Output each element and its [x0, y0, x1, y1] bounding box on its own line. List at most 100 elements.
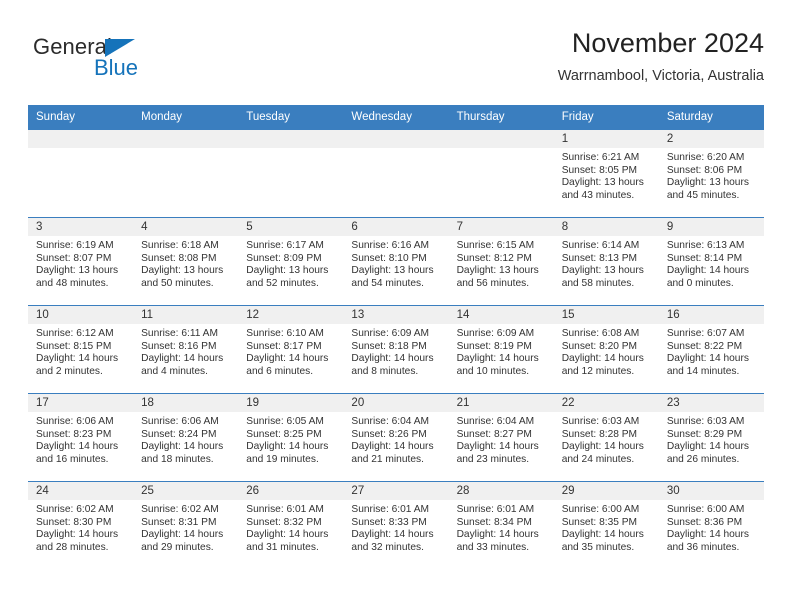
calendar-week-row: 10 Sunrise: 6:12 AM Sunset: 8:15 PM Dayligh…: [28, 305, 764, 394]
sunset-time: Sunset: 8:14 PM: [666, 252, 743, 264]
calendar-day-cell[interactable]: 4 Sunrise: 6:18 AM Sunset: 8:08 PM Daylight…: [133, 217, 239, 306]
sunrise-time: Sunrise: 6:15 AM: [456, 240, 535, 251]
day-number: 9: [658, 218, 764, 236]
sunset-time: Sunset: 8:34 PM: [456, 516, 532, 528]
calendar-day-cell[interactable]: 27 Sunrise: 6:01 AM Sunset: 8:33 PM Dayligh…: [343, 481, 449, 568]
day-sun-info: Sunrise: 6:20 AM Sunset: 8:06 PM Daylight:…: [659, 148, 764, 202]
day-number: 11: [133, 306, 239, 324]
daylight-duration-line1: Daylight: 14 hours: [141, 353, 224, 365]
calendar-day-cell[interactable]: 1 Sunrise: 6:21 AM Sunset: 8:05 PM Daylight…: [553, 129, 659, 218]
day-number: 7: [448, 218, 554, 236]
sunrise-time: Sunrise: 6:16 AM: [351, 240, 430, 251]
day-number: 17: [28, 394, 134, 412]
daylight-duration-line2: and 33 minutes.: [456, 541, 530, 553]
day-sun-info: Sunrise: 6:02 AM Sunset: 8:30 PM Daylight:…: [28, 500, 133, 554]
sunrise-time: Sunrise: 6:13 AM: [666, 240, 745, 251]
calendar-day-cell[interactable]: 16 Sunrise: 6:07 AM Sunset: 8:22 PM Dayligh…: [658, 305, 764, 394]
sunrise-time: Sunrise: 6:20 AM: [666, 152, 745, 163]
sunset-time: Sunset: 8:28 PM: [561, 428, 638, 440]
daylight-duration-line2: and 36 minutes.: [666, 541, 740, 553]
page-title: November 2024: [571, 28, 764, 58]
calendar-day-cell[interactable]: 21 Sunrise: 6:04 AM Sunset: 8:27 PM Dayligh…: [448, 393, 554, 482]
daylight-duration-line2: and 10 minutes.: [456, 365, 530, 377]
daylight-duration-line1: Daylight: 14 hours: [561, 441, 644, 453]
calendar-day-cell[interactable]: 18 Sunrise: 6:06 AM Sunset: 8:24 PM Dayligh…: [133, 393, 239, 482]
sunset-time: Sunset: 8:09 PM: [246, 252, 322, 264]
calendar-day-cell[interactable]: 5 Sunrise: 6:17 AM Sunset: 8:09 PM Daylight…: [238, 217, 344, 306]
calendar-day-cell[interactable]: 19 Sunrise: 6:05 AM Sunset: 8:25 PM Dayligh…: [238, 393, 344, 482]
daylight-duration-line1: Daylight: 14 hours: [351, 441, 434, 453]
calendar-body: 1 Sunrise: 6:21 AM Sunset: 8:05 PM Daylight…: [28, 129, 764, 568]
daylight-duration-line1: Daylight: 14 hours: [666, 529, 749, 541]
day-sun-info: Sunrise: 6:10 AM Sunset: 8:17 PM Daylight:…: [238, 324, 343, 378]
calendar-week-row: 17 Sunrise: 6:06 AM Sunset: 8:23 PM Dayligh…: [28, 393, 764, 482]
daylight-duration-line1: Daylight: 14 hours: [666, 353, 749, 365]
sunrise-time: Sunrise: 6:00 AM: [561, 504, 640, 515]
calendar-day-cell[interactable]: 6 Sunrise: 6:16 AM Sunset: 8:10 PM Daylight…: [343, 217, 449, 306]
calendar-day-cell[interactable]: 30 Sunrise: 6:00 AM Sunset: 8:36 PM Dayligh…: [658, 481, 764, 568]
calendar-day-cell[interactable]: 9 Sunrise: 6:13 AM Sunset: 8:14 PM Daylight…: [658, 217, 764, 306]
day-sun-info: Sunrise: 6:05 AM Sunset: 8:25 PM Daylight:…: [238, 412, 343, 466]
day-sun-info: Sunrise: 6:14 AM Sunset: 8:13 PM Daylight:…: [554, 236, 659, 290]
day-sun-info: Sunrise: 6:02 AM Sunset: 8:31 PM Daylight:…: [133, 500, 238, 554]
daylight-duration-line1: Daylight: 14 hours: [456, 529, 539, 541]
sunrise-time: Sunrise: 6:01 AM: [351, 504, 430, 515]
daylight-duration-line2: and 28 minutes.: [36, 541, 109, 553]
sunset-time: Sunset: 8:32 PM: [246, 516, 322, 528]
daylight-duration-line2: and 31 minutes.: [246, 541, 319, 553]
day-number: 25: [133, 482, 239, 500]
calendar-day-cell[interactable]: 28 Sunrise: 6:01 AM Sunset: 8:34 PM Dayligh…: [448, 481, 554, 568]
calendar-day-cell[interactable]: 24 Sunrise: 6:02 AM Sunset: 8:30 PM Dayligh…: [28, 481, 134, 568]
calendar-day-cell[interactable]: 26 Sunrise: 6:01 AM Sunset: 8:32 PM Dayligh…: [238, 481, 344, 568]
calendar-day-cell[interactable]: 14 Sunrise: 6:09 AM Sunset: 8:19 PM Dayligh…: [448, 305, 554, 394]
calendar-day-cell[interactable]: 7 Sunrise: 6:15 AM Sunset: 8:12 PM Daylight…: [448, 217, 554, 306]
daylight-duration-line1: Daylight: 14 hours: [246, 441, 329, 453]
daylight-duration-line2: and 14 minutes.: [666, 365, 740, 377]
calendar-day-cell[interactable]: 17 Sunrise: 6:06 AM Sunset: 8:23 PM Dayligh…: [28, 393, 134, 482]
day-sun-info: Sunrise: 6:00 AM Sunset: 8:35 PM Daylight:…: [554, 500, 659, 554]
calendar-day-cell[interactable]: 11 Sunrise: 6:11 AM Sunset: 8:16 PM Dayligh…: [133, 305, 239, 394]
weekday-header-monday: Monday: [133, 105, 239, 130]
day-number: [133, 130, 239, 148]
sunrise-time: Sunrise: 6:21 AM: [561, 152, 640, 163]
calendar-day-cell[interactable]: 29 Sunrise: 6:00 AM Sunset: 8:35 PM Dayligh…: [553, 481, 659, 568]
daylight-duration-line1: Daylight: 14 hours: [141, 441, 224, 453]
daylight-duration-line1: Daylight: 13 hours: [561, 177, 644, 189]
day-number: [238, 130, 344, 148]
sunset-time: Sunset: 8:35 PM: [561, 516, 638, 528]
sunset-time: Sunset: 8:22 PM: [666, 340, 743, 352]
sunset-time: Sunset: 8:19 PM: [456, 340, 532, 352]
calendar-day-cell[interactable]: 23 Sunrise: 6:03 AM Sunset: 8:29 PM Dayligh…: [658, 393, 764, 482]
day-sun-info: Sunrise: 6:06 AM Sunset: 8:24 PM Daylight:…: [133, 412, 238, 466]
calendar-grid: Sunday Monday Tuesday Wednesday Thursday…: [28, 105, 764, 568]
calendar-day-cell[interactable]: 8 Sunrise: 6:14 AM Sunset: 8:13 PM Daylight…: [553, 217, 659, 306]
calendar-day-cell[interactable]: 15 Sunrise: 6:08 AM Sunset: 8:20 PM Dayligh…: [553, 305, 659, 394]
day-number: [28, 130, 134, 148]
day-number: 16: [658, 306, 764, 324]
page-subtitle: Warrnambool, Victoria, Australia: [557, 68, 764, 84]
weekday-header-tuesday: Tuesday: [238, 105, 344, 130]
daylight-duration-line2: and 50 minutes.: [141, 277, 214, 289]
sunrise-time: Sunrise: 6:09 AM: [456, 328, 535, 339]
sunrise-time: Sunrise: 6:00 AM: [666, 504, 745, 515]
sunrise-time: Sunrise: 6:06 AM: [141, 416, 219, 427]
day-number: 26: [238, 482, 344, 500]
calendar-day-cell[interactable]: 13 Sunrise: 6:09 AM Sunset: 8:18 PM Dayligh…: [343, 305, 449, 394]
calendar-day-cell[interactable]: 20 Sunrise: 6:04 AM Sunset: 8:26 PM Dayligh…: [343, 393, 449, 482]
daylight-duration-line1: Daylight: 14 hours: [456, 353, 539, 365]
day-sun-info: Sunrise: 6:04 AM Sunset: 8:27 PM Daylight:…: [449, 412, 554, 466]
day-number: [448, 130, 554, 148]
calendar-week-row: 1 Sunrise: 6:21 AM Sunset: 8:05 PM Daylight…: [28, 129, 764, 218]
sunrise-time: Sunrise: 6:01 AM: [456, 504, 535, 515]
calendar-day-cell[interactable]: 2 Sunrise: 6:20 AM Sunset: 8:06 PM Daylight…: [658, 129, 764, 218]
calendar-day-cell[interactable]: 3 Sunrise: 6:19 AM Sunset: 8:07 PM Daylight…: [28, 217, 134, 306]
calendar-day-cell[interactable]: 12 Sunrise: 6:10 AM Sunset: 8:17 PM Dayligh…: [238, 305, 344, 394]
calendar-day-cell[interactable]: 10 Sunrise: 6:12 AM Sunset: 8:15 PM Dayligh…: [28, 305, 134, 394]
calendar-day-cell[interactable]: 25 Sunrise: 6:02 AM Sunset: 8:31 PM Dayligh…: [133, 481, 239, 568]
day-number: 12: [238, 306, 344, 324]
day-number: 29: [553, 482, 659, 500]
day-number: 15: [553, 306, 659, 324]
calendar-day-cell[interactable]: 22 Sunrise: 6:03 AM Sunset: 8:28 PM Dayligh…: [553, 393, 659, 482]
day-sun-info: Sunrise: 6:04 AM Sunset: 8:26 PM Daylight:…: [343, 412, 448, 466]
title-block: November 2024 Warrnambool, Victoria, Aus…: [558, 26, 764, 87]
